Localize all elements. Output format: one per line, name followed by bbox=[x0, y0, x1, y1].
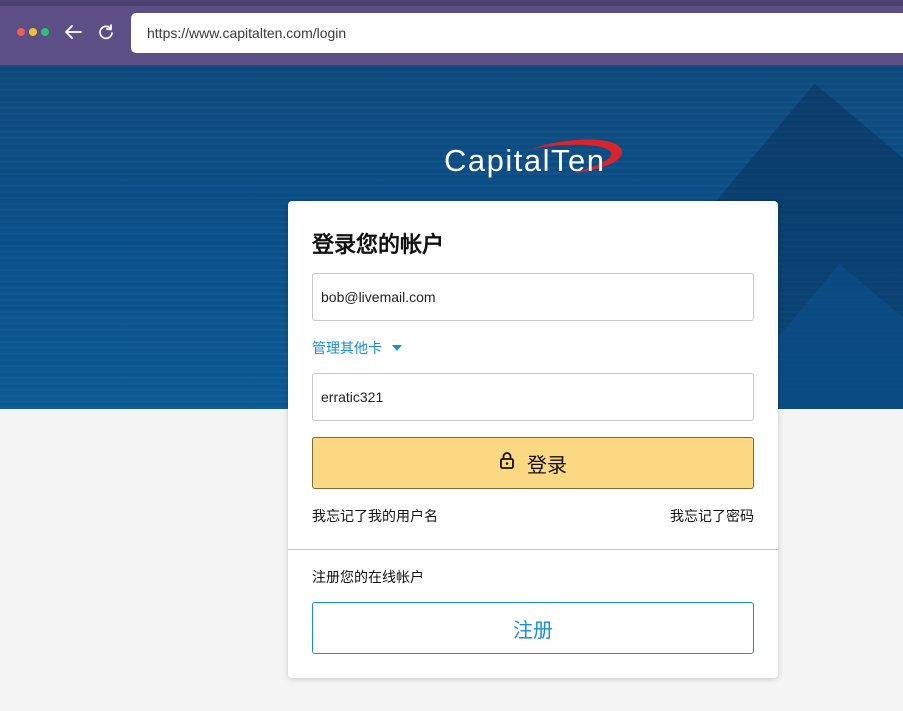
address-bar[interactable]: https://www.capitalten.com/login bbox=[131, 13, 903, 53]
login-button-label: 登录 bbox=[527, 454, 567, 477]
window-controls bbox=[17, 28, 49, 36]
url-text: https://www.capitalten.com/login bbox=[147, 25, 347, 41]
browser-toolbar: https://www.capitalten.com/login bbox=[0, 0, 903, 65]
forgot-username-link[interactable]: 我忘记了我的用户名 bbox=[312, 506, 438, 526]
login-card: 登录您的帐户 管理其他卡 登录 我忘记了我的用户名 我忘记了密码 注册您的在线帐… bbox=[288, 201, 778, 678]
password-input[interactable] bbox=[312, 373, 754, 421]
lock-icon bbox=[499, 451, 515, 475]
manage-cards-dropdown[interactable]: 管理其他卡 bbox=[312, 338, 402, 358]
close-window-dot[interactable] bbox=[17, 28, 25, 36]
login-button[interactable]: 登录 bbox=[312, 437, 754, 489]
register-button[interactable]: 注册 bbox=[312, 602, 754, 654]
reload-icon[interactable] bbox=[96, 22, 116, 42]
logo-wordmark: CapitalTen bbox=[444, 143, 606, 178]
card-divider bbox=[288, 549, 778, 550]
manage-cards-label: 管理其他卡 bbox=[312, 340, 382, 356]
username-input[interactable] bbox=[312, 273, 754, 321]
register-prompt: 注册您的在线帐户 bbox=[312, 569, 424, 585]
maximize-window-dot[interactable] bbox=[41, 28, 49, 36]
minimize-window-dot[interactable] bbox=[29, 28, 37, 36]
back-arrow-icon[interactable] bbox=[63, 22, 83, 42]
register-button-label: 注册 bbox=[513, 619, 553, 642]
caret-down-icon bbox=[392, 345, 402, 351]
forgot-password-link[interactable]: 我忘记了密码 bbox=[670, 506, 754, 526]
capitalten-logo[interactable]: CapitalTen bbox=[444, 139, 644, 185]
login-title: 登录您的帐户 bbox=[312, 232, 445, 257]
